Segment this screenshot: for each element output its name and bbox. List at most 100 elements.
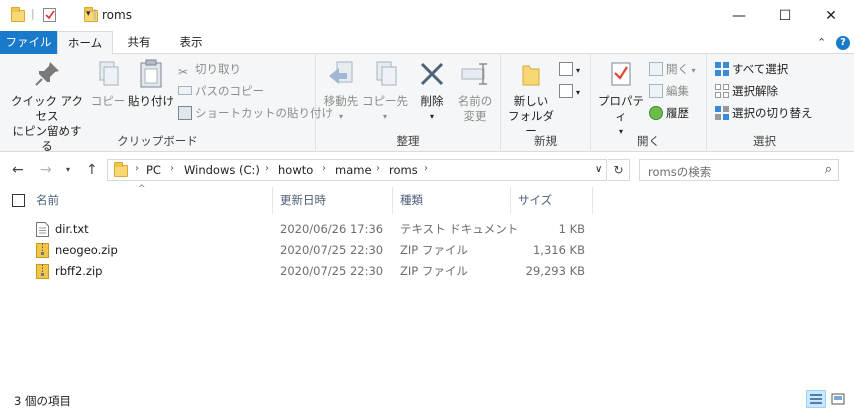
easy-access-icon (559, 83, 573, 98)
delete-dropdown-icon: ▾ (429, 112, 434, 121)
organize-group: 移動先 ▾ コピー先 ▾ 削除 ▾ 名前の 変更 整理 (316, 54, 501, 152)
recent-locations-icon[interactable]: ▾ (66, 165, 70, 174)
tab-file[interactable]: ファイル (0, 31, 57, 54)
open-group-label: 開く (637, 134, 660, 148)
search-box[interactable]: romsの検索 ⌕ (639, 159, 839, 181)
breadcrumb-mame[interactable]: mame (335, 163, 372, 177)
delete-label: 削除 (420, 94, 444, 108)
open-button[interactable]: 開く ▾ (649, 59, 696, 79)
large-icons-view-icon (831, 393, 845, 405)
tab-home[interactable]: ホーム (57, 31, 113, 55)
organize-group-label: 整理 (396, 134, 420, 148)
edit-label: 編集 (666, 84, 689, 98)
breadcrumb-roms[interactable]: roms (389, 163, 418, 177)
breadcrumb-separator[interactable]: › (322, 163, 326, 174)
column-type[interactable]: 種類 (393, 187, 511, 214)
maximize-button[interactable]: ☐ (762, 0, 808, 31)
file-size: 1 KB (558, 222, 585, 236)
rename-button[interactable]: 名前の 変更 (454, 58, 496, 124)
delete-button[interactable]: 削除 ▾ (412, 58, 452, 124)
copy-button[interactable]: コピー (88, 58, 128, 109)
copy-path-button[interactable]: パスのコピー (178, 81, 264, 101)
window-title: roms (102, 8, 132, 22)
copy-to-button[interactable]: コピー先 ▾ (362, 58, 408, 124)
breadcrumb-separator[interactable]: › (135, 163, 139, 174)
move-to-dropdown-icon: ▾ (338, 112, 343, 121)
edit-button[interactable]: 編集 (649, 81, 689, 101)
title-separator: | (93, 7, 97, 20)
history-button[interactable]: 履歴 (649, 103, 689, 123)
easy-access-dropdown-icon: ▾ (576, 88, 581, 97)
copy-to-dropdown-icon: ▾ (382, 112, 387, 121)
paste-shortcut-button[interactable]: ショートカットの貼り付け (178, 103, 333, 123)
back-arrow-icon[interactable]: ← (12, 162, 24, 178)
tab-share[interactable]: 共有 (113, 31, 165, 54)
invert-selection-label: 選択の切り替え (732, 106, 813, 120)
search-icon[interactable]: ⌕ (825, 162, 832, 177)
move-to-icon (325, 58, 357, 90)
file-type: ZIP ファイル (400, 243, 468, 257)
file-name: dir.txt (55, 222, 89, 236)
properties-qat-icon[interactable] (43, 8, 56, 22)
breadcrumb-separator[interactable]: › (265, 163, 269, 174)
properties-button[interactable]: プロパティ ▾ (595, 58, 647, 139)
column-modified[interactable]: 更新日時 (273, 187, 393, 214)
breadcrumb-howto[interactable]: howto (278, 163, 313, 177)
open-group: プロパティ ▾ 開く ▾ 編集 履歴 開く (591, 54, 707, 152)
new-group: 新しい フォルダー ▾ ▾ 新規 (501, 54, 591, 152)
breadcrumb-drive[interactable]: Windows (C:) (184, 163, 260, 177)
select-group: すべて選択 選択解除 選択の切り替え 選択 (707, 54, 822, 152)
new-item-dropdown-icon: ▾ (576, 66, 581, 75)
file-size: 1,316 KB (532, 243, 585, 257)
clipboard-group: クイック アクセス にピン留めする コピー 貼り付け ✂ 切り取り パスのコピー … (0, 54, 333, 153)
new-group-label: 新規 (534, 134, 557, 148)
paste-icon (135, 58, 167, 90)
address-bar[interactable]: › PC › Windows (C:) › howto › mame › rom… (107, 159, 607, 181)
rename-icon (459, 58, 491, 90)
file-modified: 2020/07/25 22:30 (280, 264, 384, 278)
close-button[interactable]: ✕ (808, 0, 854, 31)
select-none-button[interactable]: 選択解除 (715, 81, 778, 101)
scissors-icon: ✂ (178, 64, 189, 79)
address-dropdown-icon[interactable]: ∨ (595, 164, 602, 175)
select-all-icon (715, 61, 729, 76)
column-header: ^ 名前 更新日時 種類 サイズ (0, 184, 854, 214)
up-arrow-icon[interactable]: ↑ (86, 162, 98, 178)
move-to-button[interactable]: 移動先 ▾ (320, 58, 362, 124)
ribbon-collapse-icon[interactable]: ⌃ (817, 36, 826, 49)
edit-icon (649, 83, 663, 98)
new-folder-button[interactable]: 新しい フォルダー (505, 58, 557, 139)
column-size[interactable]: サイズ (511, 187, 593, 214)
file-row[interactable]: neogeo.zip 2020/07/25 22:30 ZIP ファイル 1,3… (0, 240, 854, 261)
breadcrumb-separator[interactable]: › (170, 163, 174, 174)
copy-path-icon (178, 86, 192, 95)
select-group-label: 選択 (753, 134, 776, 148)
copy-path-label: パスのコピー (195, 84, 264, 98)
refresh-icon[interactable]: ↻ (608, 159, 630, 181)
breadcrumb-separator[interactable]: › (376, 163, 380, 174)
breadcrumb-separator[interactable]: › (424, 163, 428, 174)
file-row[interactable]: dir.txt 2020/06/26 17:36 テキスト ドキュメント 1 K… (0, 219, 854, 240)
new-item-button[interactable]: ▾ (559, 59, 580, 79)
paste-button[interactable]: 貼り付け (128, 58, 174, 109)
file-row[interactable]: rbff2.zip 2020/07/25 22:30 ZIP ファイル 29,2… (0, 261, 854, 282)
tab-view[interactable]: 表示 (165, 31, 217, 54)
cut-button[interactable]: ✂ 切り取り (178, 59, 241, 79)
file-type: テキスト ドキュメント (400, 222, 519, 236)
details-view-button[interactable] (806, 390, 826, 408)
help-icon[interactable]: ? (836, 36, 850, 50)
breadcrumb-pc[interactable]: PC (146, 163, 161, 177)
open-icon (649, 61, 663, 76)
forward-arrow-icon[interactable]: → (40, 162, 52, 178)
minimize-button[interactable]: — (716, 0, 762, 31)
file-name: neogeo.zip (55, 243, 118, 257)
easy-access-button[interactable]: ▾ (559, 81, 580, 101)
qat-dropdown-icon[interactable]: ▾ (86, 9, 91, 27)
invert-selection-button[interactable]: 選択の切り替え (715, 103, 813, 123)
select-all-checkbox[interactable] (12, 194, 25, 207)
rename-label-2: 変更 (463, 109, 487, 123)
large-icons-view-button[interactable] (828, 390, 848, 408)
column-name[interactable]: 名前 (29, 187, 273, 214)
select-all-button[interactable]: すべて選択 (715, 59, 788, 79)
properties-icon (605, 58, 637, 90)
